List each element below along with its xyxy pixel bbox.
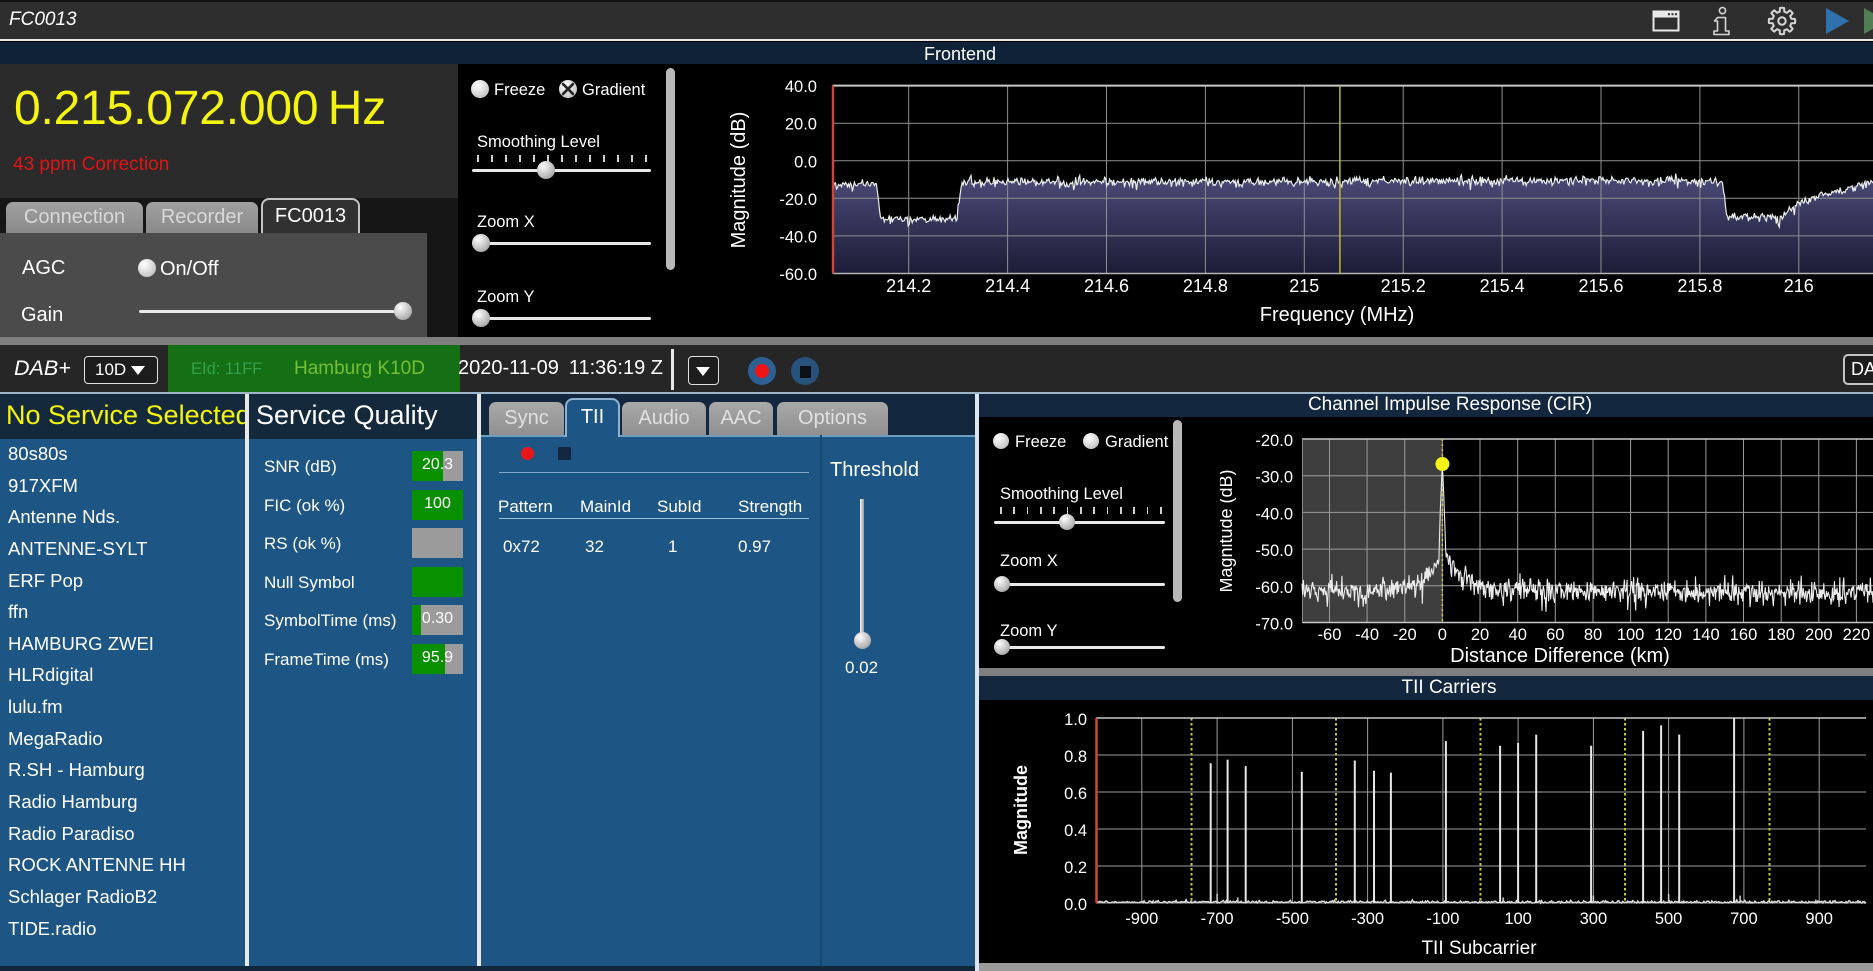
svg-text:-60: -60 — [1318, 626, 1342, 644]
svg-text:Magnitude (dB): Magnitude (dB) — [728, 112, 750, 249]
svg-text:140: 140 — [1692, 626, 1720, 644]
svg-text:-300: -300 — [1351, 910, 1384, 928]
svg-text:-50.0: -50.0 — [1255, 542, 1293, 560]
svg-text:0.8: 0.8 — [1064, 748, 1087, 766]
svg-text:214.2: 214.2 — [886, 276, 931, 296]
svg-text:216: 216 — [1784, 276, 1814, 296]
svg-text:100: 100 — [1617, 626, 1645, 644]
svg-text:0.4: 0.4 — [1064, 822, 1087, 840]
svg-text:-20.0: -20.0 — [1255, 432, 1293, 450]
svg-text:220: 220 — [1843, 626, 1871, 644]
svg-text:180: 180 — [1767, 626, 1795, 644]
svg-text:80: 80 — [1584, 626, 1602, 644]
svg-text:700: 700 — [1730, 910, 1758, 928]
svg-text:Magnitude (dB): Magnitude (dB) — [1220, 469, 1236, 592]
svg-text:1.0: 1.0 — [1064, 711, 1087, 729]
svg-text:-60.0: -60.0 — [779, 266, 817, 284]
svg-text:-700: -700 — [1201, 910, 1234, 928]
svg-text:200: 200 — [1805, 626, 1833, 644]
svg-text:214.4: 214.4 — [985, 276, 1030, 296]
svg-text:Distance Difference (km): Distance Difference (km) — [1450, 645, 1670, 667]
svg-text:0.0: 0.0 — [794, 153, 817, 171]
svg-text:-40: -40 — [1355, 626, 1379, 644]
svg-text:-40.0: -40.0 — [779, 228, 817, 246]
svg-text:-900: -900 — [1125, 910, 1158, 928]
svg-text:-60.0: -60.0 — [1255, 579, 1293, 597]
svg-text:0: 0 — [1438, 626, 1447, 644]
svg-text:-30.0: -30.0 — [1255, 469, 1293, 487]
svg-text:Magnitude: Magnitude — [1011, 765, 1031, 855]
svg-text:-70.0: -70.0 — [1255, 616, 1293, 634]
svg-text:40: 40 — [1509, 626, 1527, 644]
svg-text:215.8: 215.8 — [1677, 276, 1722, 296]
svg-text:40.0: 40.0 — [785, 78, 817, 96]
svg-text:-20: -20 — [1393, 626, 1417, 644]
svg-text:500: 500 — [1655, 910, 1683, 928]
svg-text:900: 900 — [1805, 910, 1833, 928]
svg-text:60: 60 — [1546, 626, 1564, 644]
svg-text:215: 215 — [1289, 276, 1319, 296]
svg-text:120: 120 — [1654, 626, 1682, 644]
svg-text:215.2: 215.2 — [1381, 276, 1426, 296]
svg-text:20.0: 20.0 — [785, 116, 817, 134]
svg-text:215.6: 215.6 — [1578, 276, 1623, 296]
svg-text:214.8: 214.8 — [1183, 276, 1228, 296]
svg-text:215.4: 215.4 — [1480, 276, 1525, 296]
svg-text:214.6: 214.6 — [1084, 276, 1129, 296]
svg-text:-20.0: -20.0 — [779, 191, 817, 209]
svg-text:-100: -100 — [1426, 910, 1459, 928]
svg-text:-40.0: -40.0 — [1255, 505, 1293, 523]
svg-text:20: 20 — [1471, 626, 1489, 644]
svg-text:Frequency (MHz): Frequency (MHz) — [1260, 304, 1414, 326]
svg-text:300: 300 — [1580, 910, 1608, 928]
svg-text:TII Subcarrier: TII Subcarrier — [1421, 938, 1537, 959]
svg-text:0.0: 0.0 — [1064, 896, 1087, 914]
svg-text:-500: -500 — [1276, 910, 1309, 928]
svg-text:160: 160 — [1730, 626, 1758, 644]
svg-text:0.2: 0.2 — [1064, 859, 1087, 877]
svg-text:100: 100 — [1504, 910, 1532, 928]
svg-text:0.6: 0.6 — [1064, 785, 1087, 803]
